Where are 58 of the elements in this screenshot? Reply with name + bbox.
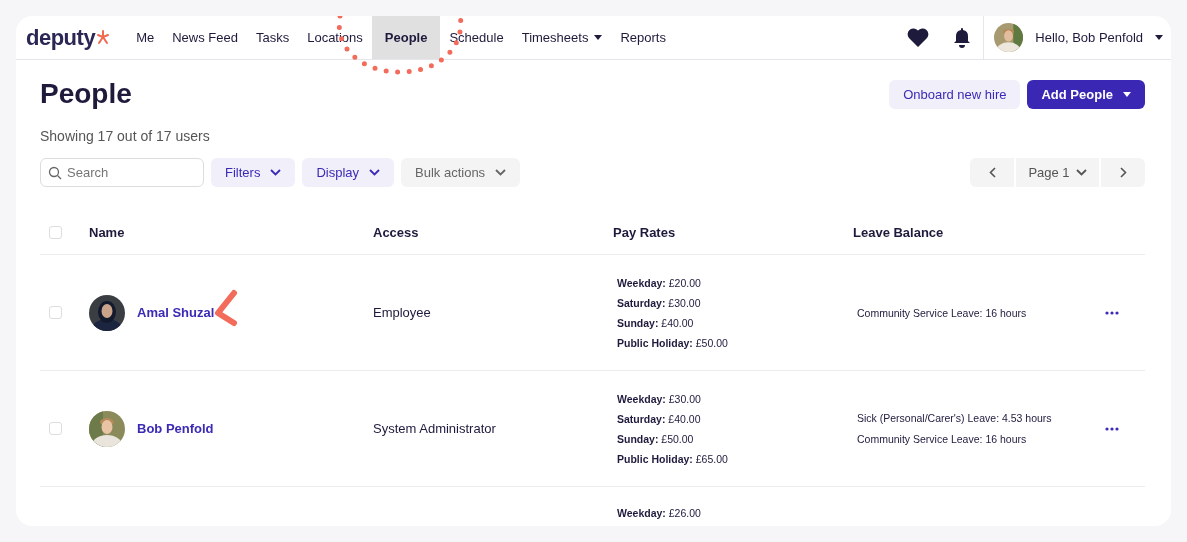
column-header: Access [373, 225, 419, 240]
more-options-icon[interactable] [1105, 310, 1119, 315]
previous-page-button[interactable] [970, 158, 1014, 187]
column-header: Name [89, 225, 125, 240]
page-title: People [40, 78, 132, 110]
page-dropdown[interactable]: Page 1 [1016, 158, 1099, 187]
filter-dropdown[interactable]: Bulk actions [401, 158, 521, 187]
pay-rate: Weekday: £30.00 [617, 392, 701, 405]
logo[interactable]: deputy [26, 24, 96, 51]
pay-rate: Public Holiday: £50.00 [617, 336, 728, 349]
caret-icon [594, 35, 603, 40]
pay-rate: Saturday: £40.00 [617, 412, 701, 425]
chevron-down-icon [495, 169, 507, 176]
leave-balance: Community Service Leave: 16 hours [857, 306, 1027, 319]
caret-icon [1123, 91, 1131, 97]
access-level: System Administrator [373, 421, 496, 436]
pay-rate: Sunday: £50.00 [617, 432, 694, 445]
column-header: Pay Rates [613, 225, 676, 240]
search-field[interactable]: Search [40, 158, 204, 187]
chevron-down-icon [1075, 169, 1087, 176]
person-name-link[interactable]: Amal Shuzal [137, 305, 215, 320]
leave-balance: Community Service Leave: 16 hours [857, 433, 1027, 445]
nav-tab[interactable]: Tasks [246, 16, 299, 59]
add-people-button[interactable]: Add People [1027, 79, 1145, 109]
bell-icon[interactable] [953, 27, 972, 48]
onboard-button[interactable]: Onboard new hire [889, 79, 1021, 109]
row-checkbox[interactable] [49, 422, 62, 435]
access-level: Employee [373, 305, 431, 320]
chevron-left-icon [988, 167, 996, 178]
more-options-icon[interactable] [1105, 426, 1119, 431]
asterisk-icon [96, 29, 111, 46]
next-page-button[interactable] [1101, 158, 1145, 187]
pay-rate: Public Holiday: £65.00 [617, 452, 728, 465]
nav-tab[interactable]: Me [127, 16, 164, 59]
leave-balance: Sick (Personal/Carer's) Leave: 4.53 hours [857, 412, 1052, 424]
user-count: Showing 17 out of 17 users [40, 128, 211, 144]
nav-tab[interactable]: News Feed [163, 16, 247, 59]
select-all-checkbox[interactable] [49, 226, 62, 239]
nav-tab[interactable]: Schedule [440, 16, 513, 59]
nav-tab[interactable]: Timesheets [512, 16, 612, 59]
column-header: Leave Balance [853, 225, 944, 240]
user-menu[interactable]: Hello, Bob Penfold [983, 16, 1171, 59]
pay-rate: Sunday: £40.00 [617, 316, 694, 329]
filter-dropdown[interactable]: Display [302, 158, 394, 187]
filter-dropdown[interactable]: Filters [211, 158, 296, 187]
chevron-right-icon [1119, 167, 1127, 178]
person-name-link[interactable]: Bob Penfold [137, 421, 214, 436]
chevron-down-icon [369, 169, 380, 176]
row-checkbox[interactable] [49, 306, 62, 319]
nav-tab[interactable]: Reports [611, 16, 675, 59]
pay-rate: Saturday: £30.00 [617, 296, 701, 309]
caret-icon [1155, 35, 1163, 40]
search-icon [48, 166, 62, 180]
pay-rate: Weekday: £26.00 [617, 507, 701, 519]
pay-rate: Weekday: £20.00 [617, 276, 701, 289]
chevron-down-icon [270, 169, 282, 176]
heart-icon[interactable] [907, 28, 930, 47]
nav-tab[interactable]: People [371, 16, 441, 59]
